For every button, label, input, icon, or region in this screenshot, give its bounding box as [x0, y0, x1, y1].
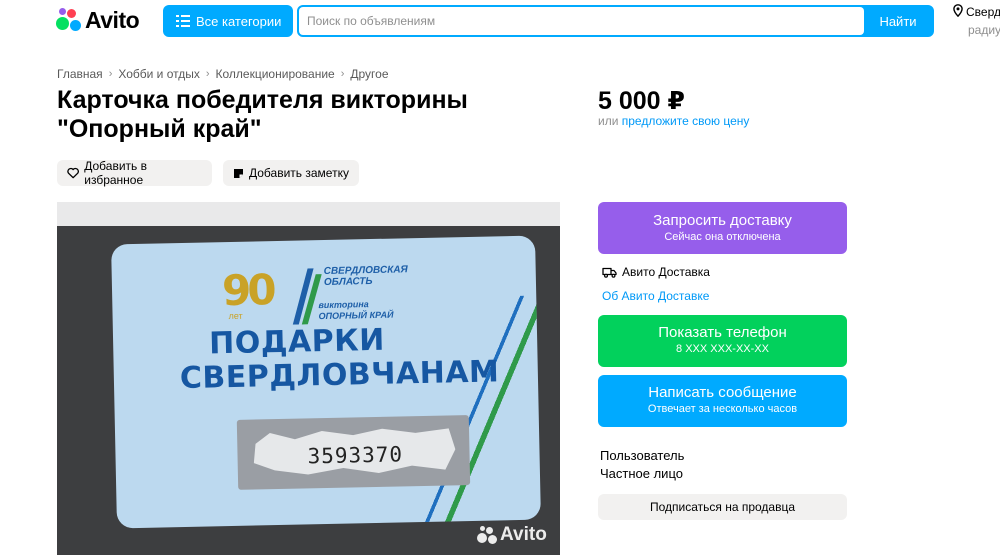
card-headline-2: СВЕРДЛОВЧАНАМ [179, 354, 500, 397]
card-quiz-label: викторина ОПОРНЫЙ КРАЙ [318, 299, 393, 323]
chevron-right-icon: › [205, 68, 210, 80]
card-headline-1: ПОДАРКИ [208, 322, 386, 362]
add-to-favorites-button[interactable]: Добавить в избранное [57, 159, 212, 187]
search-input[interactable] [299, 7, 864, 35]
location-text: Сверд [966, 5, 1000, 19]
request-delivery-button[interactable]: Запросить доставку Сейчас она отключена [598, 202, 847, 254]
add-note-button[interactable]: Добавить заметку [223, 160, 359, 186]
note-icon [234, 168, 243, 178]
add-note-label: Добавить заметку [249, 166, 349, 180]
phone-mask: 8 XXX XXX-XX-XX [676, 343, 769, 355]
card-quiz-word: викторина [318, 299, 369, 311]
card-quiz-name: ОПОРНЫЙ КРАЙ [318, 309, 394, 322]
delivery-truck-icon [602, 267, 617, 278]
breadcrumb-other[interactable]: Другое [350, 67, 388, 81]
listing-title-line2: "Опорный край" [57, 115, 262, 143]
heart-icon [67, 167, 79, 179]
all-categories-label: Все категории [196, 13, 282, 29]
watermark-dots-icon [477, 526, 497, 544]
request-delivery-title: Запросить доставку [653, 212, 792, 229]
seller-name[interactable]: Пользователь [600, 448, 684, 463]
search-button[interactable]: Найти [864, 7, 932, 35]
location-radius[interactable]: радиу [968, 23, 1000, 37]
card-years-label: лет [228, 310, 243, 322]
add-to-favorites-label: Добавить в избранное [84, 159, 147, 187]
card-stripe-decoration [389, 293, 541, 529]
card-number: 3593370 [307, 442, 404, 469]
price-offer-hint: или предложите свою цену [598, 114, 749, 128]
chevron-right-icon: › [108, 68, 113, 80]
write-message-button[interactable]: Написать сообщение Отвечает за несколько… [598, 375, 847, 427]
avito-watermark: Avito [477, 524, 547, 546]
listing-price: 5 000 ₽ [598, 87, 685, 115]
write-message-title: Написать сообщение [648, 384, 797, 401]
about-delivery-link[interactable]: Об Авито Доставке [602, 289, 709, 303]
listing-title: Карточка победителя викторины "Опорный к… [57, 86, 577, 144]
breadcrumb-home[interactable]: Главная [57, 67, 103, 81]
price-offer-prefix: или [598, 114, 622, 128]
show-phone-button[interactable]: Показать телефон 8 XXX XXX-XX-XX [598, 315, 847, 367]
all-categories-button[interactable]: Все категории [163, 5, 293, 37]
card-anniversary-number: 90 [221, 265, 274, 316]
avito-logo[interactable]: Avito [56, 6, 140, 33]
prize-card: 90 лет СВЕРДЛОВСКАЯ ОБЛАСТЬ викторина ОП… [111, 235, 541, 529]
breadcrumb: Главная › Хобби и отдых › Коллекциониров… [57, 67, 389, 81]
seller-type: Частное лицо [600, 466, 683, 481]
listing-photo[interactable]: 90 лет СВЕРДЛОВСКАЯ ОБЛАСТЬ викторина ОП… [57, 202, 560, 555]
card-region-name: СВЕРДЛОВСКАЯ ОБЛАСТЬ [323, 264, 408, 289]
location-selector[interactable]: Сверд [953, 4, 1000, 19]
show-phone-title: Показать телефон [658, 324, 787, 341]
breadcrumb-hobby[interactable]: Хобби и отдых [118, 67, 200, 81]
logo-text: Avito [85, 6, 140, 33]
categories-icon [176, 15, 190, 27]
search-bar: Найти [297, 5, 934, 37]
request-delivery-subtitle: Сейчас она отключена [664, 231, 781, 243]
location-pin-icon [953, 4, 963, 18]
subscribe-seller-button[interactable]: Подписаться на продавца [598, 494, 847, 520]
chevron-right-icon: › [340, 68, 345, 80]
photo-background-strip [57, 202, 560, 226]
card-scratch-area: 3593370 [236, 415, 471, 490]
breadcrumb-collecting[interactable]: Коллекционирование [216, 67, 335, 81]
watermark-text: Avito [500, 524, 547, 545]
avito-delivery-label: Авито Доставка [622, 265, 710, 279]
suggest-price-link[interactable]: предложите свою цену [622, 114, 750, 128]
listing-title-line1: Карточка победителя викторины [57, 86, 468, 114]
response-time: Отвечает за несколько часов [647, 403, 798, 415]
avito-delivery-info: Авито Доставка [602, 265, 710, 279]
logo-dots-icon [56, 8, 82, 32]
